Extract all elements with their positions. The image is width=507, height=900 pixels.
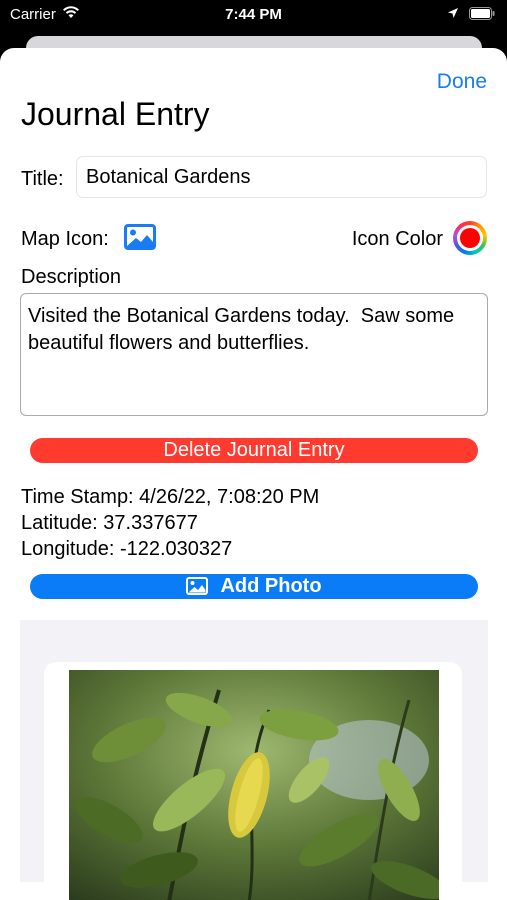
- color-picker-well[interactable]: [453, 221, 487, 255]
- location-arrow-icon: [447, 6, 459, 23]
- icon-color-label: Icon Color: [351, 228, 443, 250]
- photo-icon: [186, 577, 209, 602]
- map-icon-label: Map Icon:: [21, 228, 109, 250]
- done-button[interactable]: Done: [437, 70, 487, 94]
- title-field[interactable]: [76, 156, 487, 198]
- delete-entry-button[interactable]: Delete Journal Entry: [30, 438, 478, 463]
- add-photo-label: Add Photo: [220, 575, 322, 597]
- selected-color-swatch: [460, 228, 480, 248]
- description-label: Description: [21, 266, 122, 288]
- clock: 7:44 PM: [225, 6, 282, 23]
- longitude-text: Longitude: -122.030327: [21, 538, 233, 560]
- latitude-text: Latitude: 37.337677: [21, 512, 198, 534]
- journal-entry-sheet: Done Journal Entry Title: Map Icon: Icon…: [0, 48, 507, 900]
- status-bar: Carrier 7:44 PM: [0, 0, 507, 30]
- photo-card: [44, 662, 462, 900]
- description-field[interactable]: Visited the Botanical Gardens today. Saw…: [20, 293, 488, 416]
- title-label: Title:: [21, 168, 64, 190]
- photo-gallery: [20, 620, 488, 900]
- add-photo-button[interactable]: Add Photo: [30, 574, 478, 599]
- timestamp-text: Time Stamp: 4/26/22, 7:08:20 PM: [21, 486, 320, 508]
- journal-photo[interactable]: [69, 670, 439, 900]
- page-title: Journal Entry: [21, 96, 210, 132]
- battery-icon: [469, 7, 495, 24]
- photo-icon[interactable]: [124, 224, 156, 255]
